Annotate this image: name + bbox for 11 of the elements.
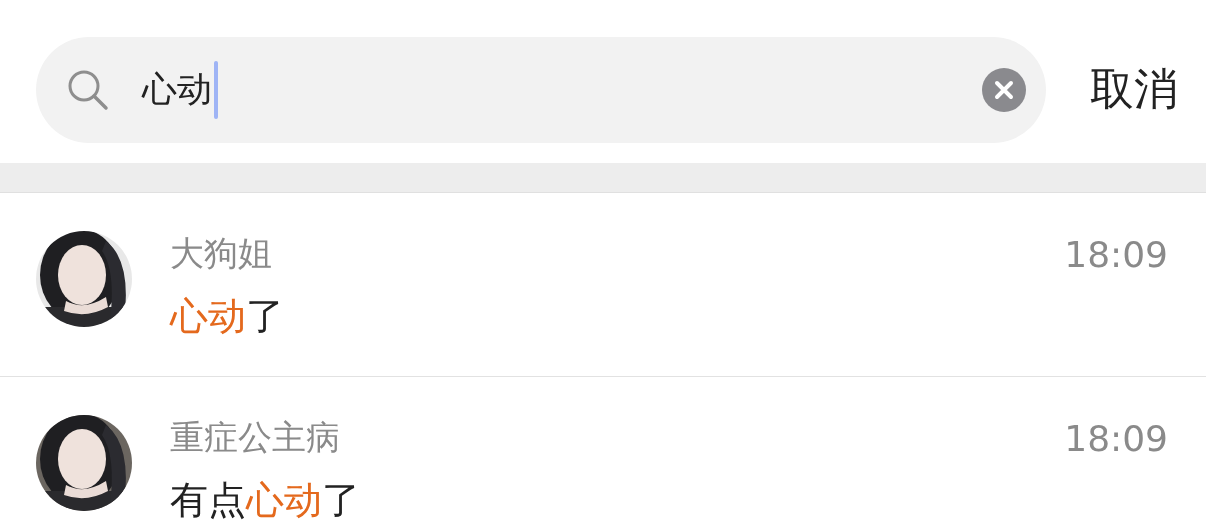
search-bar[interactable]: 心动 [36, 36, 1046, 143]
message-time: 18:09 [1064, 233, 1168, 275]
cancel-button[interactable]: 取消 [1090, 60, 1178, 119]
contact-name: 大狗姐 [170, 232, 272, 275]
message-preview: 有点心动了 [170, 477, 361, 524]
message-preview: 心动了 [170, 293, 285, 340]
contact-name: 重症公主病 [170, 416, 340, 459]
message-time: 18:09 [1064, 417, 1168, 459]
search-text[interactable]: 心动 [142, 66, 212, 113]
clear-icon[interactable] [982, 67, 1026, 112]
text-cursor [214, 60, 218, 119]
